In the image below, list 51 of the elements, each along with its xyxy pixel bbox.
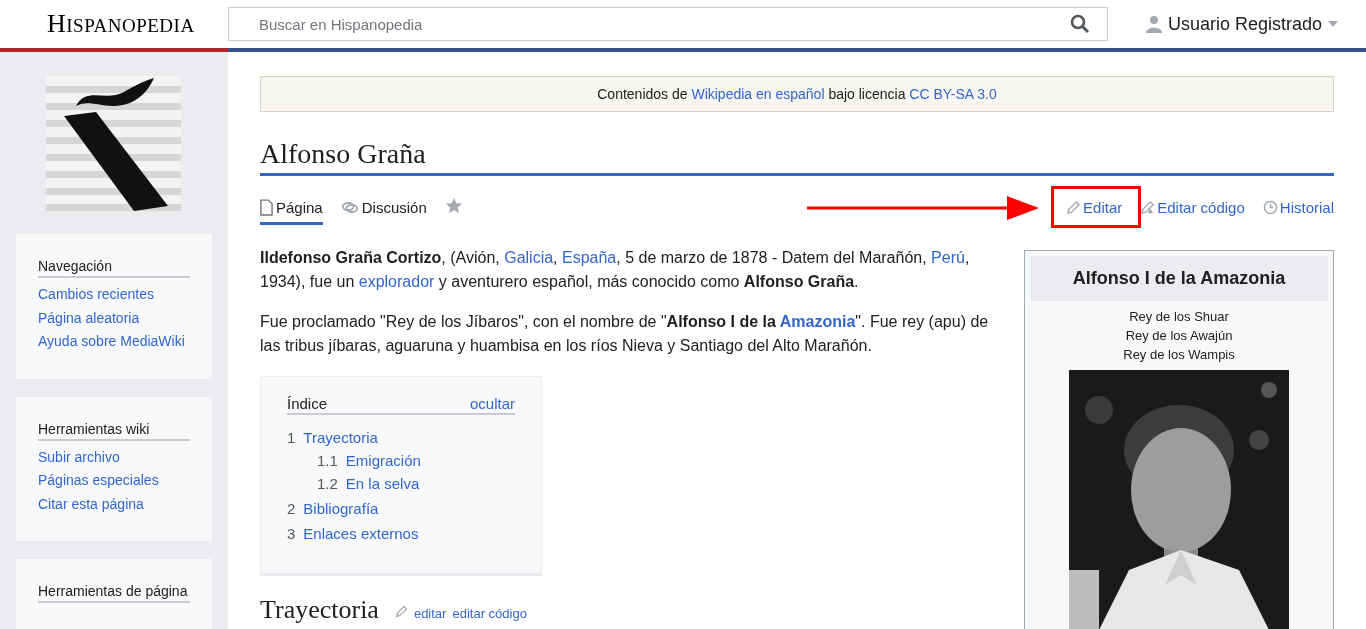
link[interactable]: Wikipedia en español [691, 86, 825, 102]
link[interactable]: Perú [931, 248, 965, 266]
star-icon[interactable] [444, 196, 463, 215]
action-link[interactable]: Historial [1262, 199, 1334, 217]
link[interactable]: Amazonia [779, 312, 856, 330]
pencil-icon [394, 604, 408, 618]
sidebar-link[interactable]: Páginas especiales [38, 469, 190, 493]
infobox-title: Alfonso I de la Amazonia [1030, 255, 1328, 301]
action-link[interactable]: Editar código [1140, 199, 1245, 217]
panel-title: Herramientas de página [38, 583, 190, 603]
search-icon[interactable] [1070, 14, 1090, 34]
toc-link[interactable]: 1.2 En la selva [317, 474, 420, 492]
toc-link[interactable]: 1.1 Emigración [317, 451, 421, 469]
tab[interactable]: Discusión [340, 190, 427, 225]
sidebar-link[interactable]: Cambios recientes [38, 283, 190, 307]
action-link[interactable]: Editar [1066, 199, 1123, 217]
search-field[interactable]: Buscar en Hispanopedia [228, 7, 1108, 41]
pencil-icon [1140, 200, 1156, 216]
sidebar-link[interactable]: Subir archivo [38, 445, 190, 469]
sidebar-link[interactable]: Citar esta página [38, 492, 190, 516]
hide-link[interactable]: ocultar [469, 394, 515, 412]
user-menu[interactable]: Usuario Registrado [1146, 13, 1339, 35]
sidebar-link[interactable]: Ayuda sobre MediaWiki [38, 330, 190, 354]
infobox-line: Rey de los Wampis [1122, 345, 1236, 364]
user-icon [1146, 15, 1162, 33]
link[interactable]: explorador [358, 272, 435, 290]
infobox-line: Rey de los Awajún [1124, 326, 1234, 345]
tab[interactable]: Página [260, 190, 323, 225]
page-title: Alfonso Graña [260, 137, 1334, 176]
toc-link[interactable]: 3 Enlaces externos [287, 524, 419, 542]
license-notice: Contenidos de Wikipedia en español bajo licencia CC BY-SA 3.0 [260, 76, 1334, 112]
panel-title: Herramientas wiki [38, 420, 190, 441]
pencil-icon [1066, 200, 1082, 216]
toc-link[interactable]: 1 Trayectoria [287, 428, 378, 446]
section-heading: Trayectoria [260, 595, 379, 624]
sidebar-link[interactable]: Página aleatoria [38, 306, 190, 330]
link[interactable]: España [562, 248, 617, 266]
infobox-line: Rey de los Shuar [1128, 307, 1230, 326]
site-wordmark[interactable]: HISPANOPEDIA [0, 9, 228, 39]
page-icon [260, 198, 273, 216]
paragraph: Fue proclamado "Rey de los Jíbaros", con el nombre de "Alfonso I de la Amazonia". Fue rey (apu) de las tribus jíbaras, aguaruna y huambisa en los ríos Nieva y Santiago del Alto Marañón. [260, 311, 990, 356]
paragraph: Ildefonso Graña Cortizo, (Avión, Galicia, España, 5 de marzo de 1878 - Datem del Marañón, Perú, 1934), fue un explorador y aventurero español, más conocido como Alfonso Graña. [260, 247, 971, 292]
chat-bubbles-icon [340, 199, 359, 215]
toc-link[interactable]: 2 Bibliografía [287, 499, 379, 517]
section-edit-link[interactable]: editar código [452, 605, 527, 621]
toc-title: Índice [287, 394, 328, 412]
caret-icon [1328, 21, 1339, 27]
link[interactable]: CC BY-SA 3.0 [909, 86, 997, 102]
section-edit-link[interactable]: editar [413, 605, 447, 621]
panel-title: Navegación [38, 258, 190, 278]
clock-icon [1262, 200, 1278, 216]
